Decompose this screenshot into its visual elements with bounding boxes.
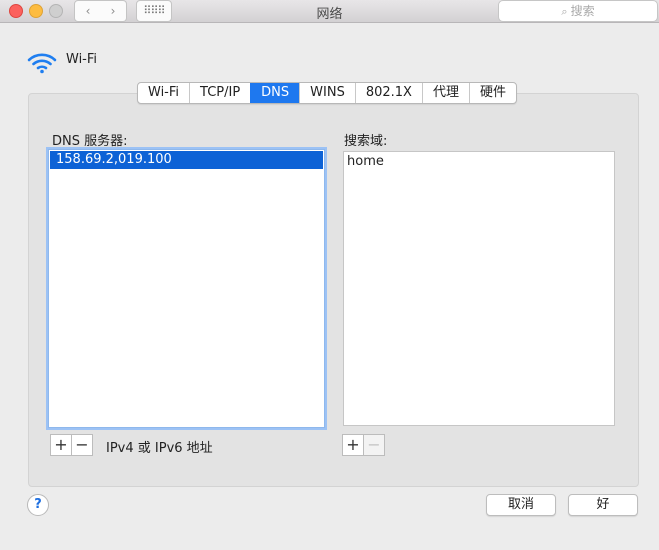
- tab-8021x[interactable]: 802.1X: [354, 83, 422, 103]
- search-domain-row[interactable]: home: [344, 153, 614, 171]
- dns-servers-heading: DNS 服务器:: [52, 134, 128, 149]
- dns-add-remove-controls: + −: [50, 434, 93, 456]
- add-dns-button[interactable]: +: [51, 435, 71, 455]
- remove-dns-button[interactable]: −: [71, 435, 92, 455]
- tab-bar: Wi-Fi TCP/IP DNS WINS 802.1X 代理 硬件: [137, 82, 517, 104]
- search-domains-heading: 搜索域:: [344, 134, 388, 149]
- dns-server-row[interactable]: 158.69.2,019.100: [50, 151, 323, 169]
- wifi-icon: [27, 53, 57, 74]
- search-domains-list[interactable]: home: [343, 151, 615, 426]
- tab-proxy[interactable]: 代理: [421, 83, 469, 103]
- tab-dns[interactable]: DNS: [250, 83, 300, 103]
- search-placeholder: 搜索: [570, 4, 595, 18]
- dns-servers-list[interactable]: 158.69.2,019.100: [48, 149, 325, 428]
- dns-address-hint: IPv4 或 IPv6 地址: [106, 441, 213, 456]
- tab-wins[interactable]: WINS: [299, 83, 355, 103]
- add-domain-button[interactable]: +: [343, 435, 363, 455]
- domain-add-remove-controls: + −: [342, 434, 385, 456]
- tab-tcpip[interactable]: TCP/IP: [189, 83, 250, 103]
- help-button[interactable]: ?: [27, 494, 49, 516]
- search-field[interactable]: ⌕ 搜索: [498, 0, 658, 22]
- title-bar: ‹ › ⠿⠿⠿ 网络 ⌕ 搜索: [0, 0, 659, 23]
- tab-hardware[interactable]: 硬件: [468, 83, 516, 103]
- service-name: Wi-Fi: [66, 52, 98, 67]
- cancel-button[interactable]: 取消: [486, 494, 556, 516]
- ok-button[interactable]: 好: [568, 494, 638, 516]
- tab-wifi[interactable]: Wi-Fi: [138, 83, 189, 103]
- search-icon: ⌕: [561, 5, 568, 18]
- remove-domain-button[interactable]: −: [363, 435, 384, 455]
